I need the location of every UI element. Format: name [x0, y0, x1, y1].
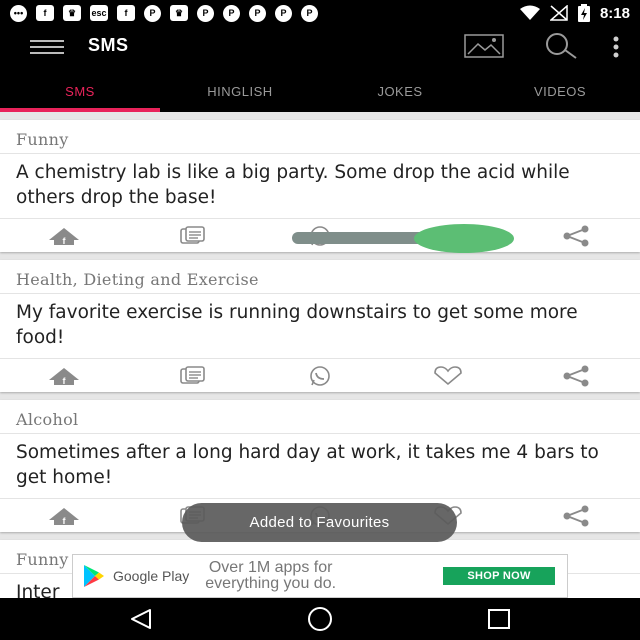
facebook-notification-icon-2: f	[117, 5, 135, 21]
card-actions: f	[0, 358, 640, 392]
search-icon[interactable]	[542, 32, 580, 60]
pinterest-notification-icon-6: P	[301, 4, 318, 22]
share-to-facebook-icon[interactable]: f	[0, 359, 128, 392]
ad-copy: Over 1M apps for everything you do.	[205, 560, 336, 592]
back-icon[interactable]	[128, 607, 154, 631]
tab-sms[interactable]: SMS	[0, 66, 160, 112]
pinterest-notification-icon-2: P	[197, 4, 214, 22]
ad-line-1: Over 1M apps for	[208, 559, 333, 576]
pinterest-notification-icon: P	[144, 4, 161, 22]
esc-notification-icon: esc	[90, 5, 108, 21]
app-screen: { "status_bar": { "time": "8:18", "notif…	[0, 0, 640, 640]
google-play-logo: Google Play	[83, 564, 189, 588]
share-icon[interactable]	[512, 499, 640, 532]
system-status: 8:18	[519, 4, 630, 22]
status-bar: ••• f ♛ esc f P ♛ P P P P P 8:18	[0, 0, 640, 26]
touch-indicator	[414, 224, 514, 253]
battery-icon	[577, 4, 590, 22]
share-to-facebook-icon[interactable]: f	[0, 219, 128, 252]
home-icon[interactable]	[305, 607, 335, 631]
pinterest-notification-icon-4: P	[249, 4, 266, 22]
shop-now-button[interactable]: SHOP NOW	[443, 567, 555, 585]
card-message[interactable]: A chemistry lab is like a big party. Som…	[0, 154, 640, 218]
whatsapp-icon[interactable]	[256, 359, 384, 392]
pinterest-notification-icon-5: P	[275, 4, 292, 22]
ad-brand: Google Play	[113, 568, 190, 584]
facebook-notification-icon: f	[36, 5, 54, 21]
navigation-bar	[0, 598, 640, 640]
card-message[interactable]: My favorite exercise is running downstai…	[0, 294, 640, 358]
app-bar: SMS	[0, 26, 640, 66]
chat-notification-icon: •••	[10, 4, 27, 22]
ad-line-2: everything you do.	[205, 575, 337, 592]
mask-app-notification-icon-2: ♛	[170, 5, 188, 21]
clock: 8:18	[599, 4, 630, 22]
copy-icon[interactable]	[128, 359, 256, 392]
tab-bar: SMS HINGLISH JOKES VIDEOS	[0, 66, 640, 112]
tab-hinglish[interactable]: HINGLISH	[160, 66, 320, 112]
card-message[interactable]: Sometimes after a long hard day at work,…	[0, 434, 640, 498]
notification-icons: ••• f ♛ esc f P ♛ P P P P P	[10, 4, 318, 22]
card-category: Alcohol	[0, 400, 640, 434]
image-icon[interactable]	[464, 34, 504, 58]
menu-icon[interactable]	[30, 40, 64, 54]
more-options-icon[interactable]	[612, 36, 620, 58]
recent-apps-icon[interactable]	[486, 607, 512, 631]
ad-banner[interactable]: Google Play Over 1M apps for everything …	[72, 554, 568, 598]
play-store-icon	[84, 565, 104, 587]
page-title: SMS	[88, 35, 129, 55]
wifi-icon	[519, 5, 540, 20]
card-category: Funny	[0, 120, 640, 154]
sms-card: Health, Dieting and Exercise My favorite…	[0, 260, 640, 392]
tab-jokes[interactable]: JOKES	[320, 66, 480, 112]
share-to-facebook-icon[interactable]: f	[0, 499, 128, 532]
card-category: Health, Dieting and Exercise	[0, 260, 640, 294]
pinterest-notification-icon-3: P	[223, 4, 240, 22]
share-icon[interactable]	[512, 359, 640, 392]
copy-icon[interactable]	[128, 219, 256, 252]
mask-app-notification-icon: ♛	[63, 5, 81, 21]
share-icon[interactable]	[512, 219, 640, 252]
toast-message: Added to Favourites	[182, 503, 457, 542]
tab-videos[interactable]: VIDEOS	[480, 66, 640, 112]
signal-icon	[549, 5, 568, 21]
favourite-icon[interactable]	[384, 359, 512, 392]
